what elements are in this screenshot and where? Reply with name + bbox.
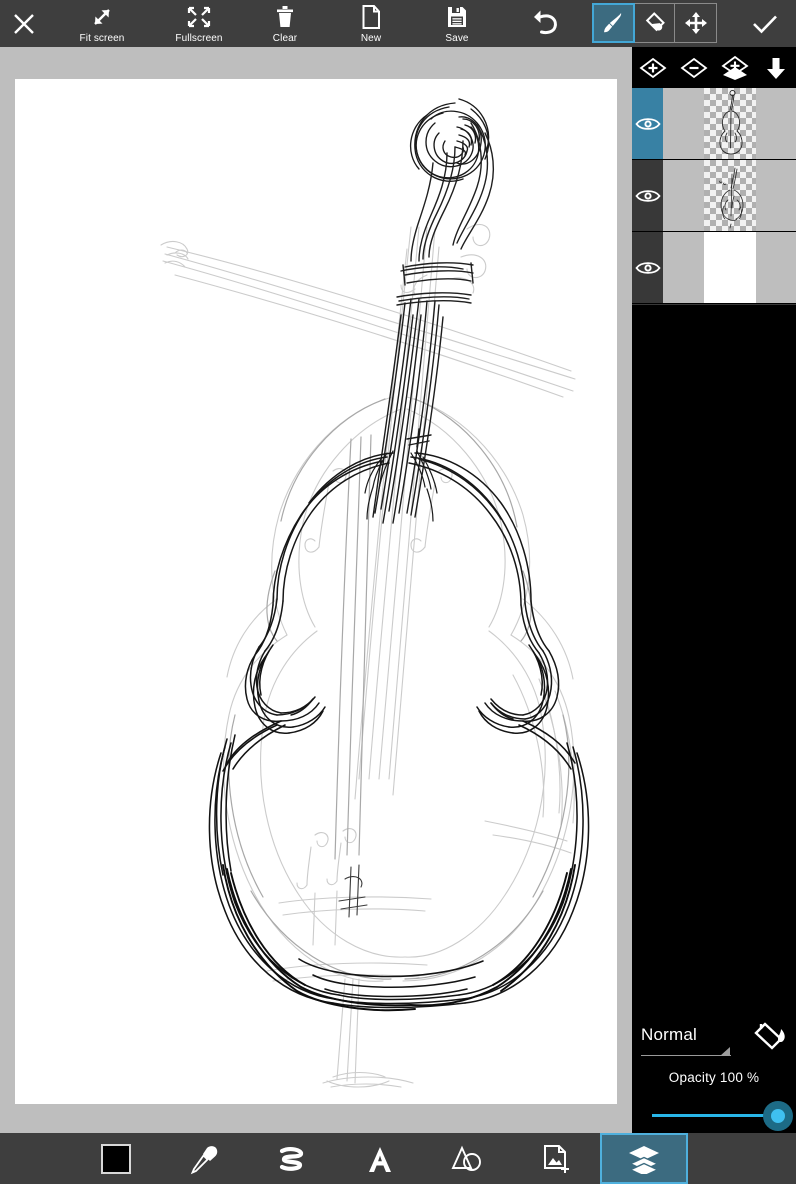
double-bass-sketch [160,98,590,1088]
layer-thumbnail[interactable] [663,88,796,159]
duplicate-layer-button[interactable] [714,47,755,88]
drawing-app-window: Fit screen Fullscreen Clear New Save Nor… [0,0,796,1184]
fit-screen-label: Fit screen [79,33,125,44]
fullscreen-label: Fullscreen [175,33,223,44]
eye-icon [634,117,661,130]
eraser-icon [645,12,665,32]
save-button[interactable]: Save [414,0,500,47]
layers-button[interactable] [600,1133,688,1184]
blend-mode-value[interactable]: Normal [641,1025,697,1045]
layer-thumbnail[interactable] [663,232,796,303]
clear-label: Clear [272,33,298,44]
brush-settings-button[interactable] [248,1133,336,1184]
brush-tool-button[interactable] [592,3,635,43]
diagonal-arrows-icon [88,0,116,34]
layer-visibility-toggle[interactable] [632,160,663,231]
color-swatch[interactable] [101,1143,131,1174]
undo-arrow-icon [529,0,563,47]
close-button[interactable] [0,0,48,47]
layer-visibility-toggle[interactable] [632,232,663,303]
fullscreen-icon [185,0,213,34]
paint-bucket-icon [754,1022,785,1050]
add-image-button[interactable] [512,1133,600,1184]
new-label: New [360,33,382,44]
blend-mode-underline [641,1055,731,1056]
squiggle-brush-icon [279,1146,304,1171]
drawing-canvas[interactable] [15,79,617,1104]
paintbrush-icon [604,13,622,33]
white-background-fill [703,232,756,303]
stacked-diamond-plus-icon [720,55,749,80]
floppy-disk-icon [445,0,469,34]
page-icon [359,0,383,34]
shapes-icon [451,1145,481,1171]
blend-mode-row[interactable]: Normal [632,1014,796,1062]
close-icon [11,0,37,47]
layer-thumbnail-art [718,167,743,229]
undo-button[interactable] [500,0,592,47]
eyedropper-icon [190,1145,218,1174]
text-button[interactable] [336,1133,424,1184]
layer-panel: Normal Opacity 100 % [632,47,796,1133]
canvas-workspace[interactable] [0,47,632,1133]
tool-group [592,3,717,43]
text-a-icon [369,1146,391,1172]
opacity-label: Opacity 100 % [668,1070,760,1085]
merge-down-button[interactable] [755,47,796,88]
blend-opacity-panel: Normal Opacity 100 % [632,1014,796,1133]
clear-button[interactable]: Clear [242,0,328,47]
slider-track[interactable] [652,1114,780,1117]
save-label: Save [445,33,469,44]
layer-visibility-toggle[interactable] [632,88,663,159]
chevron-down-icon[interactable] [720,1047,730,1056]
diamond-minus-icon [680,57,707,78]
layer-list [632,88,796,305]
opacity-slider[interactable] [632,1098,796,1134]
bottom-toolbar [0,1133,796,1184]
checkmark-icon [753,15,777,33]
layer-row[interactable] [632,160,796,232]
color-button[interactable] [72,1133,160,1184]
shapes-button[interactable] [424,1133,512,1184]
add-layer-button[interactable] [632,47,673,88]
add-image-icon [544,1144,569,1173]
top-toolbar: Fit screen Fullscreen Clear New Save [0,0,796,47]
paint-bucket-button[interactable] [752,1020,790,1061]
new-button[interactable]: New [328,0,414,47]
layer-thumbnail-art [719,89,742,155]
layer-panel-header [632,47,796,88]
fit-screen-button[interactable]: Fit screen [48,0,156,47]
layer-thumbnail[interactable] [663,160,796,231]
eyedropper-button[interactable] [160,1133,248,1184]
move-tool-button[interactable] [675,4,716,42]
move-arrows-icon [684,12,707,34]
slider-thumb[interactable] [771,1109,785,1123]
eye-icon [634,189,661,202]
trash-icon [273,0,297,34]
layer-row[interactable] [632,232,796,304]
layer-row[interactable] [632,88,796,160]
eye-icon [634,261,661,274]
down-arrow-icon [766,57,785,79]
layers-stack-icon [628,1145,660,1174]
delete-layer-button[interactable] [673,47,714,88]
eraser-tool-button[interactable] [634,4,675,42]
fullscreen-button[interactable]: Fullscreen [156,0,242,47]
diamond-plus-icon [639,57,666,78]
confirm-button[interactable] [734,0,796,47]
